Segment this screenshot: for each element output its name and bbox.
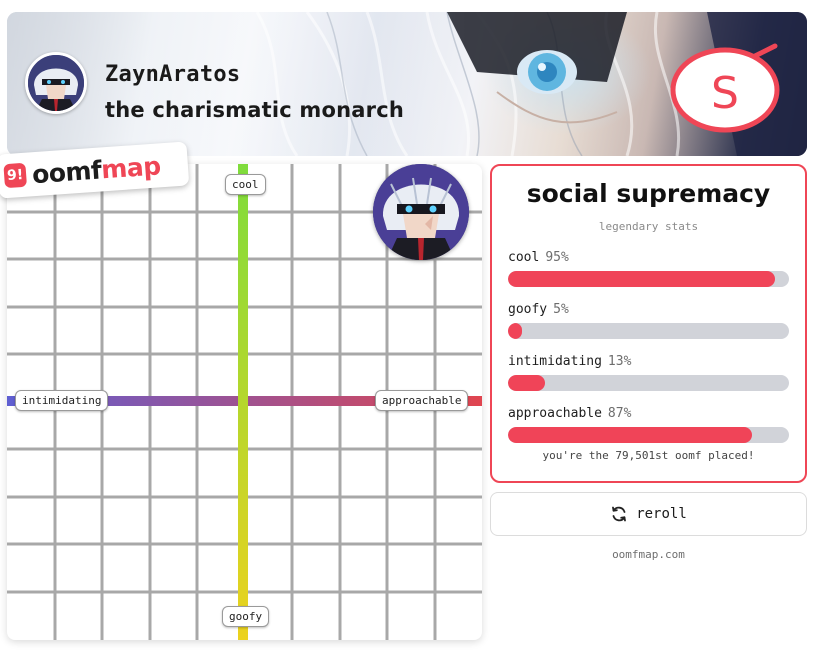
axis-label-approachable: approachable xyxy=(375,390,469,411)
stats-card: social supremacy legendary stats cool 95%… xyxy=(490,164,807,483)
stat-percent: 5% xyxy=(553,302,569,317)
stat-label: approachable xyxy=(508,406,602,421)
vertical-axis xyxy=(238,164,248,640)
stat-row-cool: cool 95% xyxy=(508,246,791,287)
axis-label-goofy: goofy xyxy=(222,606,270,627)
site-link[interactable]: oomfmap.com xyxy=(490,548,807,561)
axis-label-intimidating: intimidating xyxy=(15,390,109,411)
rank-badge-letter: S xyxy=(711,68,739,119)
rank-badge-icon: S xyxy=(670,43,780,133)
reroll-button[interactable]: reroll xyxy=(490,492,807,536)
stat-bar-track xyxy=(508,375,789,391)
stat-label: cool xyxy=(508,250,540,265)
stat-percent: 95% xyxy=(545,250,569,265)
stat-row-intimidating: intimidating 13% xyxy=(508,350,791,391)
stat-bar-fill xyxy=(508,271,775,287)
stat-percent: 87% xyxy=(607,406,632,421)
placed-avatar[interactable] xyxy=(373,164,469,260)
axis-label-cool: cool xyxy=(225,174,266,195)
stat-row-approachable: approachable 87% xyxy=(508,402,791,443)
refresh-icon xyxy=(612,506,627,522)
placed-avatar-portrait xyxy=(373,164,469,260)
stat-row-goofy: goofy 5% xyxy=(508,298,791,339)
stat-bar-fill xyxy=(508,427,753,443)
stat-bar-fill xyxy=(508,323,523,339)
stat-bar-track xyxy=(508,427,789,443)
avatar-portrait xyxy=(28,55,84,111)
alignment-map[interactable]: cool goofy intimidating approachable xyxy=(7,164,482,640)
stat-bar-track xyxy=(508,323,789,339)
logo-text-map: map xyxy=(100,150,162,184)
user-title: the charismatic monarch xyxy=(105,98,404,122)
stats-subtitle: legendary stats xyxy=(598,220,699,233)
stat-bar-track xyxy=(508,271,789,287)
stat-bar-fill xyxy=(508,375,545,391)
map-pin-icon: 9! xyxy=(3,162,28,189)
reroll-label: reroll xyxy=(636,506,687,522)
avatar[interactable] xyxy=(25,52,87,114)
stat-percent: 13% xyxy=(607,354,632,369)
placement-count: you're the 79,501st oomf placed! xyxy=(542,449,755,462)
stat-label: intimidating xyxy=(508,354,602,369)
stats-title: social supremacy xyxy=(526,179,771,208)
username: ZaynAratos xyxy=(105,62,241,87)
profile-banner: ZaynAratos the charismatic monarch S xyxy=(7,12,807,156)
stat-label: goofy xyxy=(508,302,548,317)
logo-text-oomf: oomf xyxy=(31,154,103,189)
